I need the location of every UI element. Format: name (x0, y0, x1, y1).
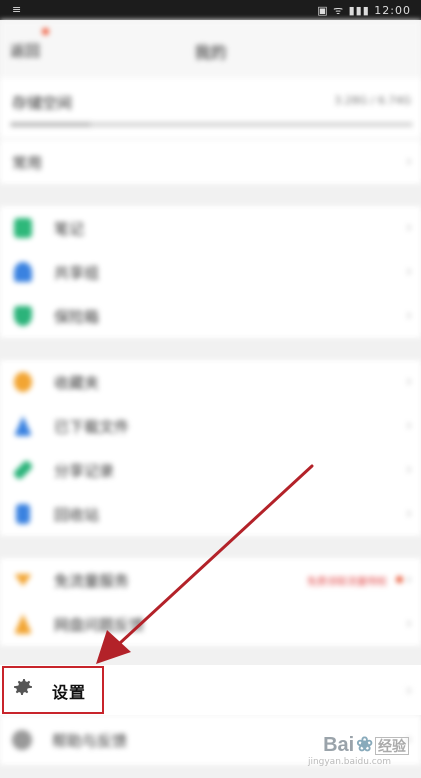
link-icon (12, 459, 34, 481)
status-left: ≡ (12, 3, 22, 16)
storage-panel[interactable]: 存储空间 3.28G / 6.74G (0, 78, 421, 138)
chevron-right-icon: › (406, 218, 412, 236)
share-group-icon (14, 262, 32, 282)
item-label: 收藏夹 (54, 374, 100, 392)
status-right: ▣ ᯤ ▮▮▮ 12:00 (317, 4, 411, 17)
list-item-safe[interactable]: 保险箱 › (0, 294, 421, 338)
storage-label: 存储空间 (12, 94, 73, 112)
chevron-right-icon: › (406, 681, 412, 699)
note-icon (14, 218, 32, 238)
highlight-box (2, 666, 104, 714)
chevron-right-icon: › (406, 372, 412, 390)
help-icon (12, 730, 32, 750)
item-label: 共享组 (54, 264, 100, 282)
item-label: 分享记录 (54, 462, 115, 480)
item-label: 帮助与反馈 (52, 732, 128, 750)
item-label: 笔记 (54, 220, 85, 238)
list-item-common[interactable]: 常用 › (0, 140, 421, 184)
download-icon (14, 416, 32, 436)
status-bar: ≡ ▣ ᯤ ▮▮▮ 12:00 (0, 0, 421, 20)
star-icon (14, 372, 32, 392)
traffic-icon (14, 574, 32, 586)
list-item-share-record[interactable]: 分享记录 › (0, 448, 421, 492)
item-label: 已下载文件 (54, 418, 130, 436)
group-3: 免流量服务 免费领取流量特权 › 网盘问题反馈 › (0, 558, 421, 646)
watermark-brand: Bai (323, 734, 355, 756)
item-label: 常用 (12, 154, 43, 172)
chevron-right-icon: › (406, 306, 412, 324)
storage-bar-fill (10, 122, 91, 127)
list-item-traffic[interactable]: 免流量服务 免费领取流量特权 › (0, 558, 421, 602)
watermark-brand2: 经验 (375, 737, 409, 755)
list-item-note[interactable]: 笔记 › (0, 206, 421, 250)
list-item-feedback[interactable]: 网盘问题反馈 › (0, 602, 421, 646)
chevron-right-icon: › (406, 262, 412, 280)
navbar: 返回 我的 (0, 20, 421, 78)
watermark-url: jingyan.baidu.com (307, 757, 391, 767)
list-item-trash[interactable]: 回收站 › (0, 492, 421, 536)
paw-icon: ❀ (356, 734, 373, 756)
chevron-right-icon: › (406, 570, 412, 588)
page-title: 我的 (194, 43, 227, 62)
item-label: 网盘问题反馈 (54, 616, 145, 634)
group-2: 收藏夹 › 已下载文件 › 分享记录 › 回收站 › (0, 360, 421, 536)
warning-icon (14, 614, 32, 634)
chevron-right-icon: › (406, 504, 412, 522)
list-item-share-group[interactable]: 共享组 › (0, 250, 421, 294)
storage-bar (10, 122, 413, 127)
chevron-right-icon: › (406, 416, 412, 434)
item-label: 回收站 (54, 506, 100, 524)
watermark-logo: Bai ❀ 经验 (323, 732, 409, 757)
safe-icon (14, 306, 32, 326)
chevron-right-icon: › (406, 460, 412, 478)
item-label: 保险箱 (54, 308, 100, 326)
chevron-right-icon: › (406, 614, 412, 632)
trash-icon (16, 504, 30, 524)
chevron-right-icon: › (406, 152, 412, 170)
list-item-favorites[interactable]: 收藏夹 › (0, 360, 421, 404)
promo-dot (396, 576, 403, 583)
item-label: 免流量服务 (54, 572, 130, 590)
list-item-downloads[interactable]: 已下载文件 › (0, 404, 421, 448)
promo-note: 免费领取流量特权 (307, 577, 387, 588)
group-1: 笔记 › 共享组 › 保险箱 › (0, 206, 421, 338)
notification-dot (42, 28, 49, 35)
storage-value: 3.28G / 6.74G (334, 94, 411, 107)
group-common: 常用 › (0, 140, 421, 184)
